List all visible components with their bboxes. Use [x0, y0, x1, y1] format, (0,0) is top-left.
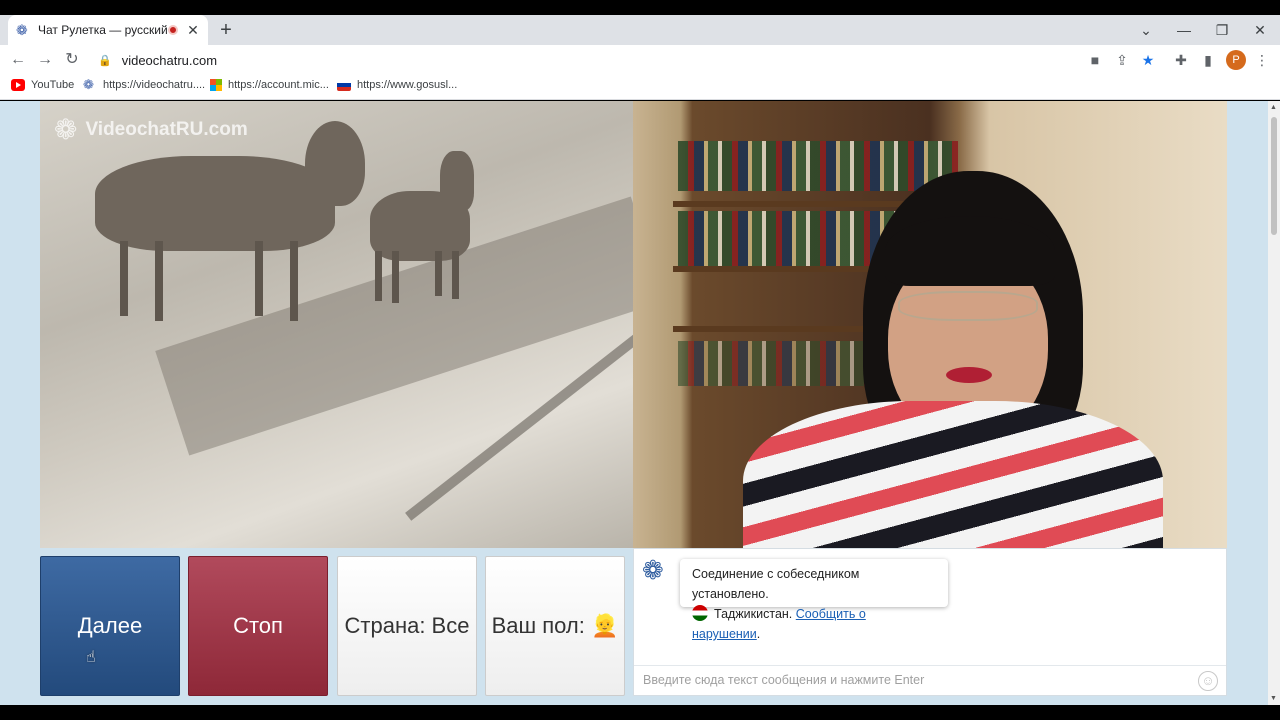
bookmark-gosuslugi[interactable]: https://www.gosusl...	[337, 79, 457, 91]
bookmark-star-icon[interactable]: ★	[1137, 49, 1159, 71]
page-scrollbar[interactable]: ▲ ▼	[1268, 101, 1280, 705]
donkey-leg	[435, 251, 442, 296]
donkey-leg	[375, 251, 382, 301]
donkey-leg	[255, 241, 263, 316]
donkey-leg	[392, 251, 399, 303]
scroll-thumb[interactable]	[1271, 117, 1277, 235]
hand-cursor-icon: ☝	[86, 649, 96, 666]
watermark-text: VideochatRU.com	[85, 118, 248, 140]
browser-toolbar: ← → ↻ 🔒 videochatru.com ■ ⇪ ★ ✚ ▮ P ⋮	[0, 45, 1280, 75]
bookmark-label: https://www.gosusl...	[357, 79, 458, 91]
lock-icon: 🔒	[98, 54, 112, 67]
camera-icon[interactable]: ■	[1084, 49, 1106, 71]
tab-title: Чат Рулетка — русский вид	[38, 23, 168, 37]
tajikistan-flag-icon	[692, 605, 708, 621]
bookmark-microsoft[interactable]: https://account.mic...	[210, 79, 329, 91]
profile-avatar[interactable]: P	[1226, 50, 1246, 70]
person-bangs	[885, 216, 1055, 286]
close-window-button[interactable]: ✕	[1249, 19, 1271, 41]
chat-panel: ❁ Соединение с собеседником установлено.…	[633, 548, 1227, 696]
page-content: ❁ VideochatRU.com Далее Стоп Страна: Все…	[0, 101, 1268, 705]
own-camera-video: ❁ VideochatRU.com	[40, 101, 633, 548]
site-watermark: ❁ VideochatRU.com	[54, 113, 248, 146]
country-select-button[interactable]: Страна: Все	[337, 556, 477, 696]
donkey-leg	[290, 241, 298, 321]
browser-tab[interactable]: ❁ Чат Рулетка — русский вид ✕	[8, 15, 208, 45]
tab-close-icon[interactable]: ✕	[186, 22, 200, 39]
back-button[interactable]: ←	[7, 49, 29, 71]
new-tab-button[interactable]: +	[216, 19, 236, 41]
videochat-logo-icon: ❁	[642, 555, 664, 585]
reload-button[interactable]: ↻	[61, 49, 83, 71]
lips	[946, 367, 992, 383]
gender-select-button[interactable]: Ваш пол: 👱	[485, 556, 625, 696]
share-icon[interactable]: ⇪	[1111, 49, 1133, 71]
forward-button[interactable]: →	[34, 49, 56, 71]
donkey-large	[95, 156, 335, 251]
donkey-head	[305, 121, 365, 206]
recording-icon	[168, 25, 178, 35]
stop-button[interactable]: Стоп	[188, 556, 328, 696]
gosuslugi-icon	[337, 79, 351, 91]
extensions-icon[interactable]: ✚	[1170, 49, 1192, 71]
minimize-button[interactable]: —	[1173, 19, 1195, 41]
scroll-down-icon[interactable]: ▼	[1270, 695, 1277, 702]
url-text: videochatru.com	[121, 52, 218, 68]
menu-icon[interactable]: ⋮	[1251, 49, 1273, 71]
next-button[interactable]: Далее	[40, 556, 180, 696]
videochat-logo-icon: ❁	[83, 77, 94, 92]
bookmark-videochatru[interactable]: ❁ https://videochatru....	[83, 77, 206, 92]
emoji-icon[interactable]: ☺	[1198, 671, 1218, 691]
videochat-logo-icon: ❁	[54, 114, 78, 145]
striped-shirt	[743, 401, 1163, 548]
microsoft-icon	[210, 79, 222, 91]
connection-message: Соединение с собеседником установлено.	[692, 567, 860, 601]
donkey-leg	[120, 241, 128, 316]
bookmark-label: YouTube	[31, 79, 75, 91]
partner-country: Таджикистан.	[714, 607, 793, 621]
tab-search-icon[interactable]: ⌄	[1135, 19, 1157, 41]
screen: ❁ Чат Рулетка — русский вид ✕ + ⌄ — ❐ ✕ …	[0, 0, 1280, 720]
address-bar[interactable]: 🔒 videochatru.com	[88, 47, 1140, 73]
chat-message-input[interactable]: Введите сюда текст сообщения и нажмите E…	[634, 665, 1226, 695]
bookmark-youtube[interactable]: YouTube	[11, 79, 74, 91]
videochat-logo-icon: ❁	[16, 22, 28, 38]
bookmark-label: https://videochatru....	[103, 79, 206, 91]
restore-button[interactable]: ❐	[1211, 19, 1233, 41]
donkey-leg	[452, 251, 459, 299]
books	[678, 141, 958, 191]
country-line: Таджикистан. Сообщить о нарушении.	[692, 604, 936, 644]
glasses	[898, 291, 1038, 321]
bookmarks-bar: YouTube ❁ https://videochatru.... https:…	[0, 75, 1280, 100]
partner-video	[633, 101, 1227, 548]
side-panel-icon[interactable]: ▮	[1197, 49, 1219, 71]
tab-strip: ❁ Чат Рулетка — русский вид ✕ + ⌄ — ❐ ✕	[0, 15, 1280, 45]
scroll-up-icon[interactable]: ▲	[1270, 104, 1277, 111]
report-suffix: .	[756, 627, 761, 641]
donkey-small-head	[440, 151, 474, 211]
bookmark-label: https://account.mic...	[228, 79, 329, 91]
system-message: Соединение с собеседником установлено. Т…	[680, 559, 948, 641]
youtube-icon	[11, 79, 25, 91]
donkey-leg	[155, 241, 163, 321]
